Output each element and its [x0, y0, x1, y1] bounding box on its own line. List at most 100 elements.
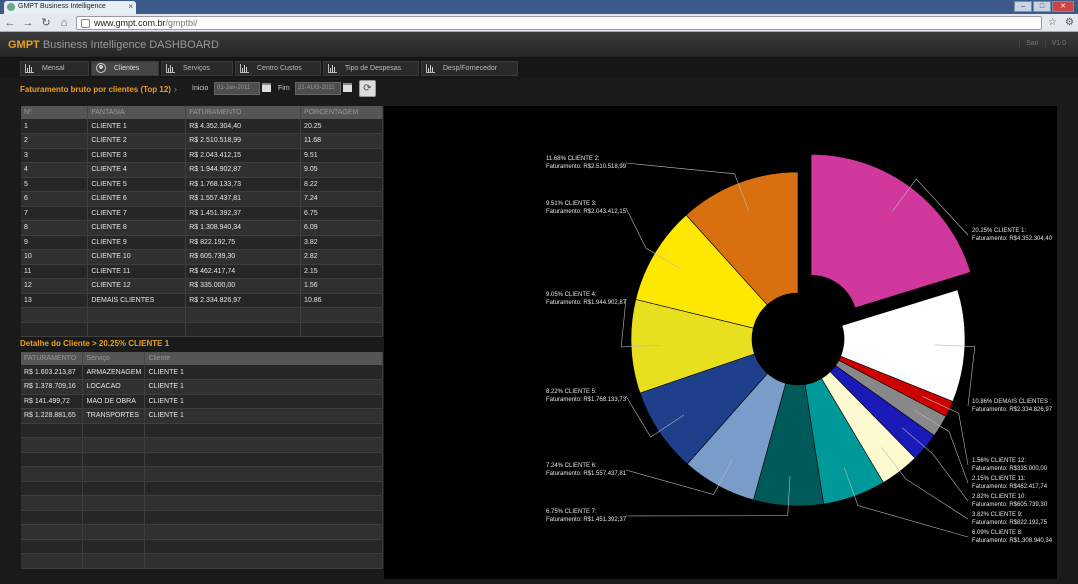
table-cell: CLIENTE 4 [87, 162, 187, 178]
logout-link[interactable]: Sair [1019, 40, 1044, 47]
table-cell: R$ 1.768.133,73 [185, 177, 302, 192]
tab-desp-fornecedor[interactable]: Desp/Fornecedor [421, 60, 518, 76]
slice-label: 9.05% CLIENTE 4: [546, 292, 597, 298]
table-row[interactable]: R$ 1.228.881,65 TRANSPORTES CLIENTE 1 [21, 408, 383, 424]
table-row[interactable]: 1 CLIENTE 1 R$ 4.352.304,40 20.25 [21, 119, 383, 134]
table-row[interactable]: 8 CLIENTE 8 R$ 1.308.940,34 6.09 [21, 220, 383, 236]
table-row[interactable] [21, 466, 383, 482]
table-cell: 11 [21, 264, 89, 279]
table-cell: R$ 1.228.881,65 [21, 408, 84, 424]
refresh-button[interactable]: ⟳ [359, 80, 376, 97]
wrench-menu-icon[interactable]: ⚙ [1065, 17, 1074, 28]
table-row[interactable]: 7 CLIENTE 7 R$ 1.451.392,37 6.75 [21, 206, 383, 221]
url-input[interactable]: www.gmpt.com.br/gmptbi/ [76, 15, 1042, 30]
table-cell [82, 524, 146, 540]
tab-mensal[interactable]: Mensal [20, 60, 89, 76]
address-toolbar: ← → ↻ ⌂ www.gmpt.com.br/gmptbi/ ☆ ⚙ [0, 14, 1078, 32]
slice-label: 10.86% DEMAIS CLIENTES : [972, 399, 1052, 405]
table-row[interactable] [21, 307, 383, 323]
table-cell: R$ 335.000,00 [185, 278, 302, 294]
table-row[interactable]: 5 CLIENTE 5 R$ 1.768.133,73 8.22 [21, 177, 383, 192]
table-cell: R$ 1.378.709,16 [21, 379, 84, 395]
table-row[interactable]: 9 CLIENTE 9 R$ 822.192,75 3.82 [21, 235, 383, 250]
table-cell: 3.82 [300, 235, 383, 250]
table-row[interactable]: 2 CLIENTE 2 R$ 2.510.518,99 11.68 [21, 133, 383, 149]
table-cell: CLIENTE 1 [144, 394, 383, 409]
forward-icon[interactable]: → [22, 17, 34, 29]
table-row[interactable]: 3 CLIENTE 3 R$ 2.043.412,15 9.51 [21, 148, 383, 163]
table-cell: 1 [21, 119, 89, 134]
maximize-icon[interactable]: □ [1033, 1, 1051, 12]
pie-slice[interactable] [810, 154, 972, 309]
detail-table: FATURAMENTO Serviço Cliente R$ 1.603.213… [21, 352, 383, 569]
table-row[interactable]: 4 CLIENTE 4 R$ 1.944.902,87 9.05 [21, 162, 383, 178]
table-row[interactable]: 6 CLIENTE 6 R$ 1.557.437,81 7.24 [21, 191, 383, 207]
calendar-icon[interactable] [262, 83, 271, 92]
table-cell: ARMAZENAGEM [82, 365, 146, 380]
table-row[interactable]: 10 CLIENTE 10 R$ 605.739,30 2.82 [21, 249, 383, 265]
slice-label: 6.75% CLIENTE 7: [546, 509, 597, 515]
end-date-input[interactable]: 31-AUG-2011 [295, 82, 341, 95]
table-row[interactable]: 12 CLIENTE 12 R$ 335.000,00 1.56 [21, 278, 383, 294]
close-window-icon[interactable]: ✕ [1052, 1, 1074, 12]
tab-servicos[interactable]: Serviços [161, 60, 233, 76]
slice-label: 6.09% CLIENTE 8: [972, 530, 1023, 536]
table-row[interactable] [21, 539, 383, 554]
table-cell: R$ 1.944.902,87 [185, 162, 302, 178]
table-row[interactable] [21, 452, 383, 467]
table-row[interactable]: R$ 1.603.213,87 ARMAZENAGEM CLIENTE 1 [21, 365, 383, 380]
table-header-row: FATURAMENTO Serviço Cliente [21, 352, 383, 365]
table-cell: 8 [21, 220, 89, 236]
table-row[interactable] [21, 423, 383, 438]
bookmark-star-icon[interactable]: ☆ [1048, 17, 1057, 28]
minimize-icon[interactable]: – [1014, 1, 1032, 12]
table-cell [144, 510, 383, 525]
table-row[interactable] [21, 322, 383, 337]
reload-icon[interactable]: ↻ [40, 17, 52, 29]
table-cell: 13 [21, 293, 89, 308]
scrollbar-track[interactable] [1057, 106, 1078, 584]
tab-tipo-despesas[interactable]: Tipo de Despesas [323, 60, 419, 76]
table-row[interactable] [21, 437, 383, 453]
column-header[interactable]: Cliente [144, 352, 383, 365]
detail-title: Detalhe do Cliente > 20.25% CLIENTE 1 [20, 339, 170, 348]
table-row[interactable] [21, 495, 383, 511]
table-cell [21, 481, 84, 496]
home-icon[interactable]: ⌂ [58, 17, 70, 29]
tab-centro-custos[interactable]: Centro Custos [235, 60, 321, 76]
table-cell: CLIENTE 3 [87, 148, 187, 163]
table-row[interactable] [21, 524, 383, 540]
column-header[interactable]: FATURAMENTO [185, 106, 302, 119]
back-icon[interactable]: ← [4, 17, 16, 29]
tab-clientes[interactable]: Clientes [91, 60, 159, 76]
main-nav: Mensal Clientes Serviços Centro Custos T… [0, 58, 1078, 78]
table-row[interactable] [21, 553, 383, 569]
slice-label: 11.68% CLIENTE 2: [546, 156, 600, 162]
table-cell: DEMAIS CLIENTES [87, 293, 187, 308]
close-tab-icon[interactable]: × [128, 2, 133, 11]
column-header[interactable]: Serviço [82, 352, 146, 365]
column-header[interactable]: PORCENTAGEM [300, 106, 383, 119]
column-header[interactable]: FANTASIA [87, 106, 187, 119]
start-date-input[interactable]: 01-Jan-2011 [214, 82, 260, 95]
slice-value-label: Faturamento: R$462.417,74 [972, 484, 1048, 490]
table-row[interactable]: R$ 141.499,72 MAO DE OBRA CLIENTE 1 [21, 394, 383, 409]
table-row[interactable]: R$ 1.378.709,16 LOCACAO CLIENTE 1 [21, 379, 383, 395]
bar-chart-icon [328, 63, 337, 73]
table-cell [144, 539, 383, 554]
browser-tab[interactable]: GMPT Business Intelligence × [4, 1, 136, 14]
calendar-icon[interactable] [343, 83, 352, 92]
table-row[interactable]: 11 CLIENTE 11 R$ 462.417,74 2.15 [21, 264, 383, 279]
table-cell: 4 [21, 162, 89, 178]
table-row[interactable]: 13 DEMAIS CLIENTES R$ 2.334.826,97 10.86 [21, 293, 383, 308]
table-row[interactable] [21, 481, 383, 496]
table-cell [144, 524, 383, 540]
version-label: V1.0 [1044, 40, 1072, 47]
column-header[interactable]: Nº [21, 106, 89, 119]
app-subtitle: Business Intelligence DASHBOARD [42, 39, 219, 51]
browser-tab-title: GMPT Business Intelligence [18, 3, 106, 10]
table-cell: 1.56 [300, 278, 383, 294]
column-header[interactable]: FATURAMENTO [21, 352, 84, 365]
table-row[interactable] [21, 510, 383, 525]
table-cell [144, 495, 383, 511]
